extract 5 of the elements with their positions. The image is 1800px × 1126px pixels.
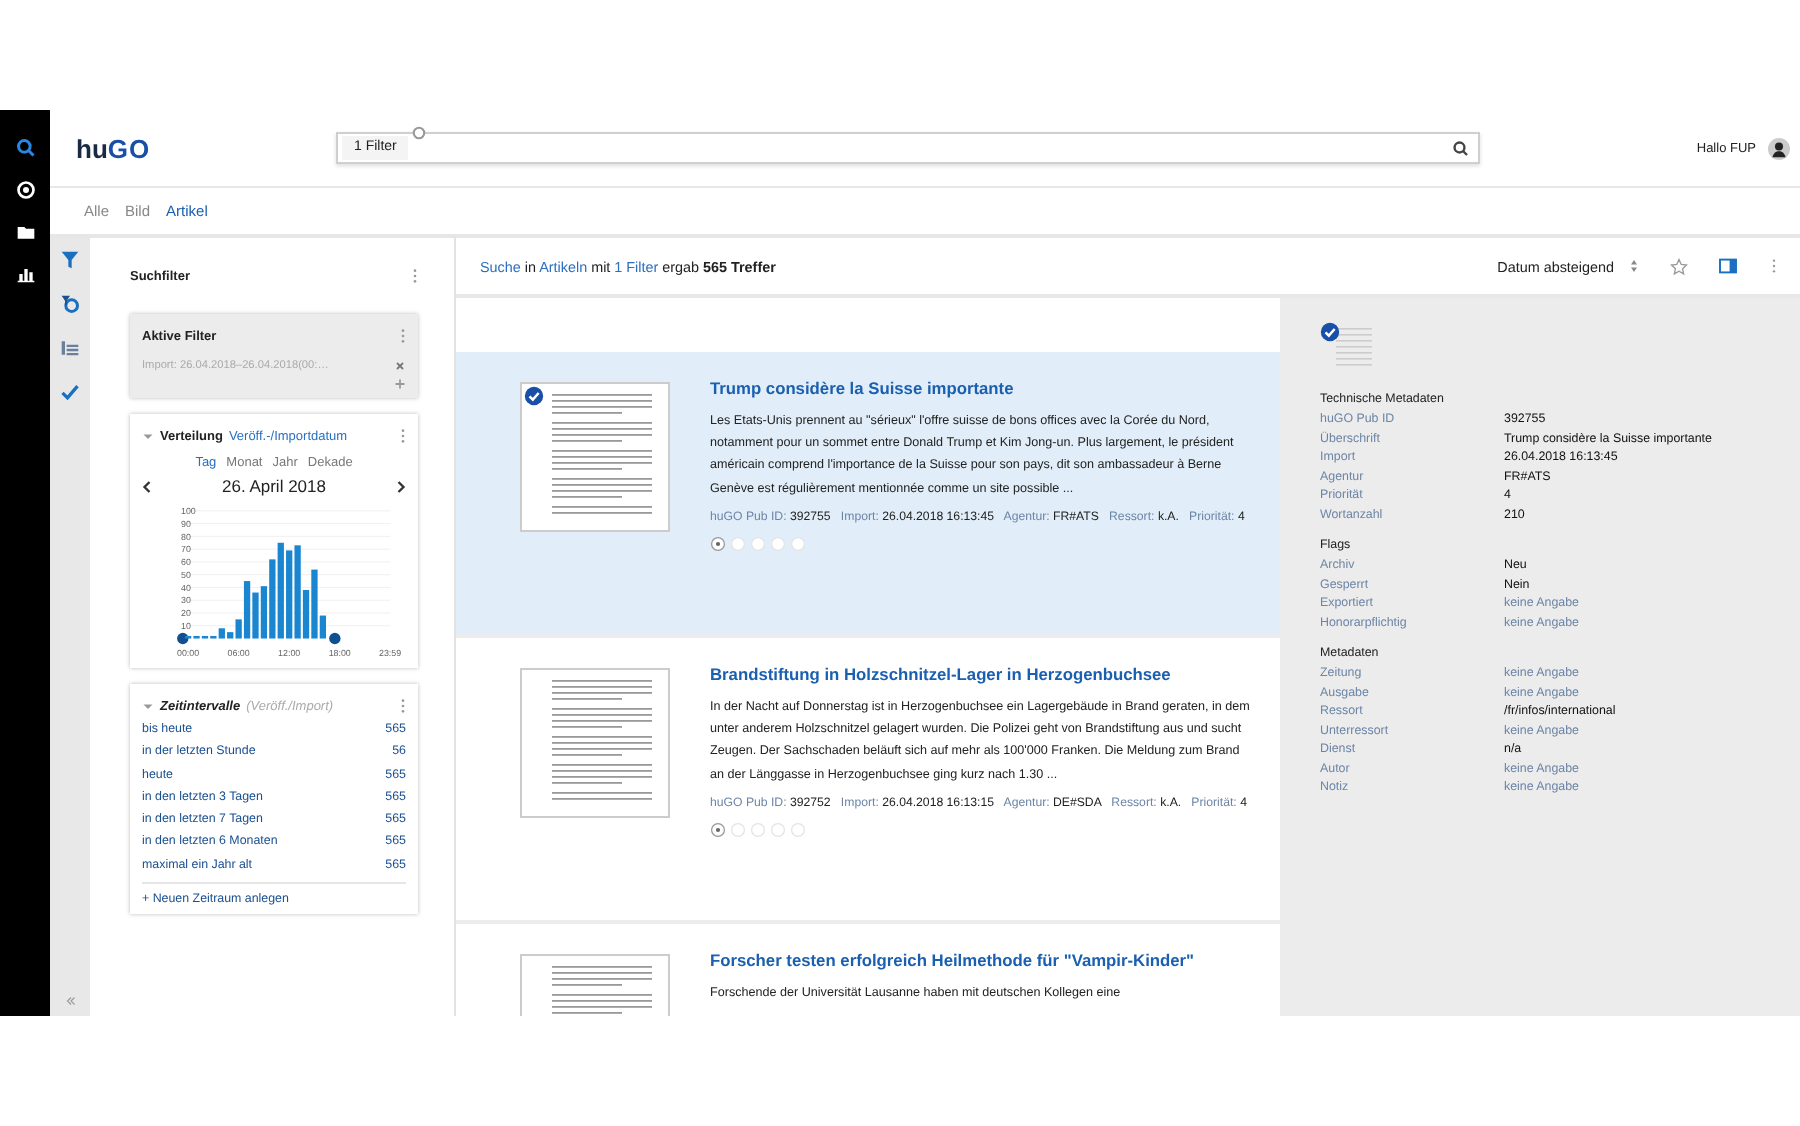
- logo: huGO: [74, 133, 153, 163]
- article-title[interactable]: Trump considère la Suisse importante: [710, 378, 1256, 398]
- article-title[interactable]: Forscher testen erfolgreich Heilmethode für "Vampir-Kinder": [710, 950, 1256, 970]
- article-title[interactable]: Brandstiftung in Holzschnitzel-Lager in Herzogenbuchsee: [710, 664, 1256, 684]
- date-label: 26. April 2018: [222, 476, 326, 496]
